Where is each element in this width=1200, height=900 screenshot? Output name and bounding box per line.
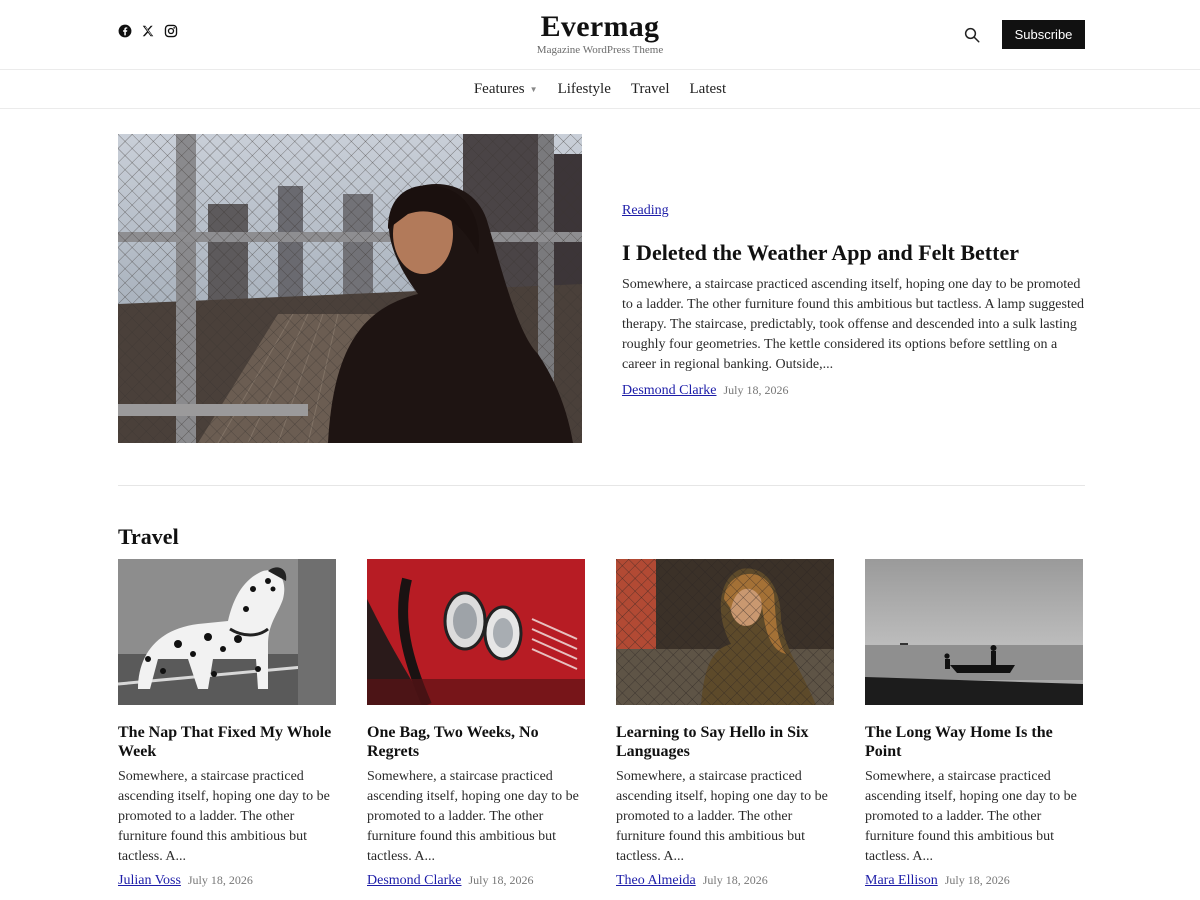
- hero-post-excerpt: Somewhere, a staircase practiced ascendi…: [622, 277, 1085, 372]
- chevron-down-icon: ▼: [529, 84, 538, 94]
- post-card-title[interactable]: One Bag, Two Weeks, No Regrets: [367, 723, 585, 761]
- author-link[interactable]: Julian Voss: [118, 873, 181, 889]
- hero-featured-image[interactable]: [118, 134, 582, 443]
- author-link[interactable]: Desmond Clarke: [367, 873, 461, 889]
- post-meta: Theo Almeida July 18, 2026: [616, 873, 834, 889]
- primary-navigation: Features ▼ Lifestyle Travel Latest: [0, 70, 1200, 109]
- post-thumbnail[interactable]: [118, 559, 336, 705]
- post-date: July 18, 2026: [468, 873, 534, 887]
- post-card-excerpt: Somewhere, a staircase practiced ascendi…: [865, 769, 1077, 864]
- post-card-title[interactable]: The Nap That Fixed My Whole Week: [118, 723, 336, 761]
- travel-card-grid: The Nap That Fixed My Whole Week Somewhe…: [118, 559, 1085, 889]
- nav-item-label: Latest: [689, 80, 727, 97]
- nav-item-lifestyle[interactable]: Lifestyle: [558, 81, 611, 98]
- site-header: Evermag Magazine WordPress Theme Subscri…: [0, 0, 1200, 70]
- nav-item-label: Features: [473, 80, 525, 97]
- nav-item-features[interactable]: Features ▼: [474, 81, 538, 98]
- author-link[interactable]: Desmond Clarke: [622, 383, 716, 399]
- post-meta: Desmond Clarke July 18, 2026: [622, 383, 1087, 399]
- search-icon[interactable]: [963, 26, 981, 44]
- post-card-excerpt: Somewhere, a staircase practiced ascendi…: [118, 769, 330, 864]
- post-card: The Long Way Home Is the Point Somewhere…: [865, 559, 1083, 889]
- post-meta: Julian Voss July 18, 2026: [118, 873, 336, 889]
- nav-item-travel[interactable]: Travel: [631, 81, 670, 98]
- section-divider: [118, 485, 1085, 486]
- post-card-excerpt: Somewhere, a staircase practiced ascendi…: [367, 769, 579, 864]
- section-title-travel[interactable]: Travel: [118, 524, 179, 550]
- category-link[interactable]: Reading: [622, 203, 669, 218]
- post-meta: Mara Ellison July 18, 2026: [865, 873, 1083, 889]
- post-card-excerpt: Somewhere, a staircase practiced ascendi…: [616, 769, 828, 864]
- subscribe-button[interactable]: Subscribe: [1002, 20, 1085, 49]
- post-date: July 18, 2026: [723, 383, 789, 397]
- hero-post-title[interactable]: I Deleted the Weather App and Felt Bette…: [622, 239, 1087, 267]
- nav-item-label: Lifestyle: [557, 80, 611, 97]
- post-thumbnail[interactable]: [367, 559, 585, 705]
- post-card: The Nap That Fixed My Whole Week Somewhe…: [118, 559, 336, 889]
- post-thumbnail[interactable]: [865, 559, 1083, 705]
- post-card-title[interactable]: Learning to Say Hello in Six Languages: [616, 723, 834, 761]
- post-card-title[interactable]: The Long Way Home Is the Point: [865, 723, 1083, 761]
- nav-item-latest[interactable]: Latest: [690, 81, 727, 98]
- hero-post: Reading I Deleted the Weather App and Fe…: [622, 201, 1087, 399]
- post-thumbnail[interactable]: [616, 559, 834, 705]
- nav-item-label: Travel: [630, 80, 670, 97]
- author-link[interactable]: Mara Ellison: [865, 873, 938, 889]
- post-meta: Desmond Clarke July 18, 2026: [367, 873, 585, 889]
- post-date: July 18, 2026: [187, 873, 253, 887]
- post-card: One Bag, Two Weeks, No Regrets Somewhere…: [367, 559, 585, 889]
- post-date: July 18, 2026: [944, 873, 1010, 887]
- post-date: July 18, 2026: [702, 873, 768, 887]
- post-card: Learning to Say Hello in Six Languages S…: [616, 559, 834, 889]
- author-link[interactable]: Theo Almeida: [616, 873, 696, 889]
